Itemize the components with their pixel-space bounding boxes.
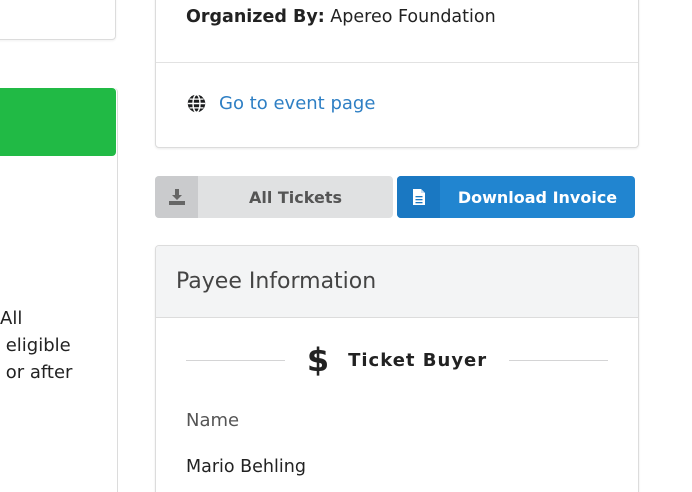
ticket-buyer-title: Ticket Buyer bbox=[348, 349, 488, 371]
divider bbox=[156, 62, 638, 63]
left-line-1: All bbox=[0, 308, 23, 329]
globe-icon bbox=[187, 94, 206, 113]
event-page-link[interactable]: Go to event page bbox=[186, 93, 375, 114]
left-line-3: or after bbox=[0, 362, 73, 383]
page: All eligible or after Organized By: Aper… bbox=[0, 0, 692, 492]
all-tickets-label: All Tickets bbox=[248, 187, 343, 207]
left-card-top bbox=[0, 0, 116, 40]
event-info-card: Organized By: Apereo Foundation Go to ev… bbox=[155, 0, 639, 148]
payee-information-card: Payee Information $ Ticket Buyer Name Ma… bbox=[155, 245, 639, 492]
payee-header: Payee Information bbox=[156, 246, 638, 318]
ticket-buyer-divider: $ Ticket Buyer bbox=[186, 340, 608, 380]
divider-left bbox=[186, 359, 285, 361]
left-line-2: eligible bbox=[0, 335, 71, 356]
divider-right bbox=[509, 359, 608, 361]
left-green-banner bbox=[0, 88, 116, 156]
organized-by-value: Apereo Foundation bbox=[330, 7, 496, 27]
download-invoice-label: Download Invoice bbox=[457, 187, 618, 207]
dollar-icon: $ bbox=[306, 341, 331, 379]
organized-by: Organized By: Apereo Foundation bbox=[186, 7, 496, 27]
name-label: Name bbox=[186, 410, 240, 431]
organized-by-label: Organized By: bbox=[186, 7, 325, 27]
all-tickets-button[interactable]: All Tickets bbox=[155, 176, 393, 218]
name-value: Mario Behling bbox=[186, 457, 306, 477]
event-page-link-text[interactable]: Go to event page bbox=[219, 93, 375, 114]
ticket-buyer-heading: $ Ticket Buyer bbox=[285, 344, 509, 376]
download-icon bbox=[155, 176, 198, 218]
left-description: All eligible or after bbox=[0, 305, 72, 386]
file-icon bbox=[397, 176, 440, 218]
download-invoice-button[interactable]: Download Invoice bbox=[397, 176, 635, 218]
